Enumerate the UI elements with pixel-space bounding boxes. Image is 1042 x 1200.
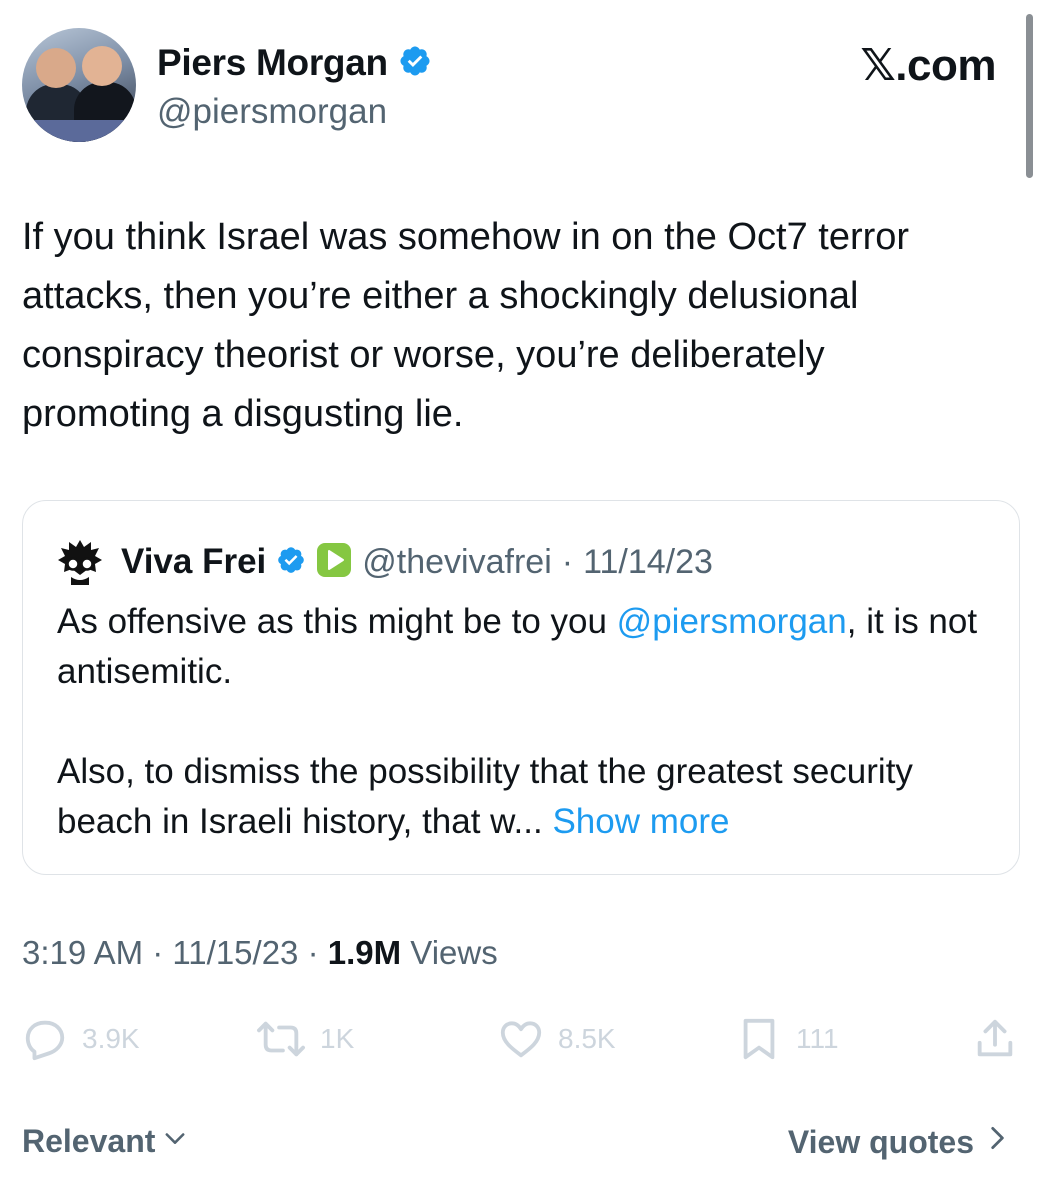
like-count: 8.5K bbox=[558, 1023, 616, 1054]
verified-badge-icon bbox=[276, 545, 306, 580]
chevron-down-icon bbox=[161, 1123, 189, 1160]
action-bar: 3.9K 1K 8.5K 111 bbox=[22, 1016, 1022, 1066]
reply-button[interactable]: 3.9K bbox=[22, 1016, 140, 1062]
like-button[interactable]: 8.5K bbox=[498, 1016, 616, 1062]
views-label: Views bbox=[401, 934, 498, 971]
author-name-row: Piers Morgan bbox=[157, 42, 432, 84]
tweet-text: If you think Israel was somehow in on th… bbox=[22, 216, 910, 435]
bookmark-icon bbox=[736, 1016, 782, 1062]
rumble-icon bbox=[316, 542, 352, 583]
quoted-text-part: Also, to dismiss the possibility that th… bbox=[57, 752, 913, 841]
show-more-link[interactable]: Show more bbox=[552, 802, 729, 841]
mention-link[interactable]: @piersmorgan bbox=[617, 602, 847, 641]
view-quotes-label: View quotes bbox=[787, 1123, 974, 1160]
quoted-author-handle[interactable]: @thevivafrei bbox=[362, 543, 551, 582]
tweet-meta: 3:19 AM · 11/15/23 · 1.9M Views bbox=[22, 934, 498, 972]
verified-badge-icon bbox=[398, 44, 432, 83]
quoted-tweet-text: As offensive as this might be to you @pi… bbox=[57, 597, 997, 847]
tweet-screenshot: Piers Morgan @piersmorgan 𝕏.com If you t… bbox=[0, 0, 1042, 1200]
author-handle[interactable]: @piersmorgan bbox=[157, 92, 387, 132]
quoted-text-part: As offensive as this might be to you bbox=[57, 602, 617, 641]
repost-icon bbox=[256, 1016, 306, 1062]
quoted-tweet-header: Viva Frei @thevivafrei · 11/14/23 bbox=[55, 537, 713, 587]
dot-separator: · bbox=[298, 934, 328, 971]
bookmark-button[interactable]: 111 bbox=[736, 1016, 839, 1062]
chevron-right-icon bbox=[984, 1123, 1010, 1161]
quoted-author-name[interactable]: Viva Frei bbox=[121, 542, 266, 582]
views-count: 1.9M bbox=[327, 934, 402, 971]
repost-count: 1K bbox=[320, 1023, 355, 1054]
share-button[interactable] bbox=[972, 1016, 1018, 1062]
dot-separator: · bbox=[561, 542, 574, 581]
quoted-tweet-card[interactable]: Viva Frei @thevivafrei · 11/14/23 As off… bbox=[22, 500, 1020, 875]
reply-count: 3.9K bbox=[82, 1023, 140, 1054]
scrollbar[interactable] bbox=[1026, 14, 1033, 178]
tweet-date[interactable]: 11/15/23 bbox=[172, 934, 298, 971]
quoted-author-avatar bbox=[55, 537, 105, 587]
heart-icon bbox=[498, 1016, 544, 1062]
quoted-tweet-date[interactable]: 11/14/23 bbox=[583, 543, 713, 582]
author-display-name[interactable]: Piers Morgan bbox=[157, 42, 388, 84]
x-logo: 𝕏.com bbox=[860, 41, 996, 90]
tweet-time[interactable]: 3:19 AM bbox=[22, 934, 143, 971]
view-quotes-link[interactable]: View quotes bbox=[788, 1123, 1010, 1161]
author-avatar[interactable] bbox=[22, 28, 136, 142]
dot-separator: · bbox=[143, 934, 173, 971]
sort-label: Relevant bbox=[22, 1123, 156, 1159]
share-icon bbox=[972, 1016, 1018, 1062]
repost-button[interactable]: 1K bbox=[256, 1016, 354, 1062]
sort-relevant-dropdown[interactable]: Relevant bbox=[22, 1123, 189, 1160]
reply-icon bbox=[22, 1016, 68, 1062]
bookmark-count: 111 bbox=[796, 1023, 839, 1054]
